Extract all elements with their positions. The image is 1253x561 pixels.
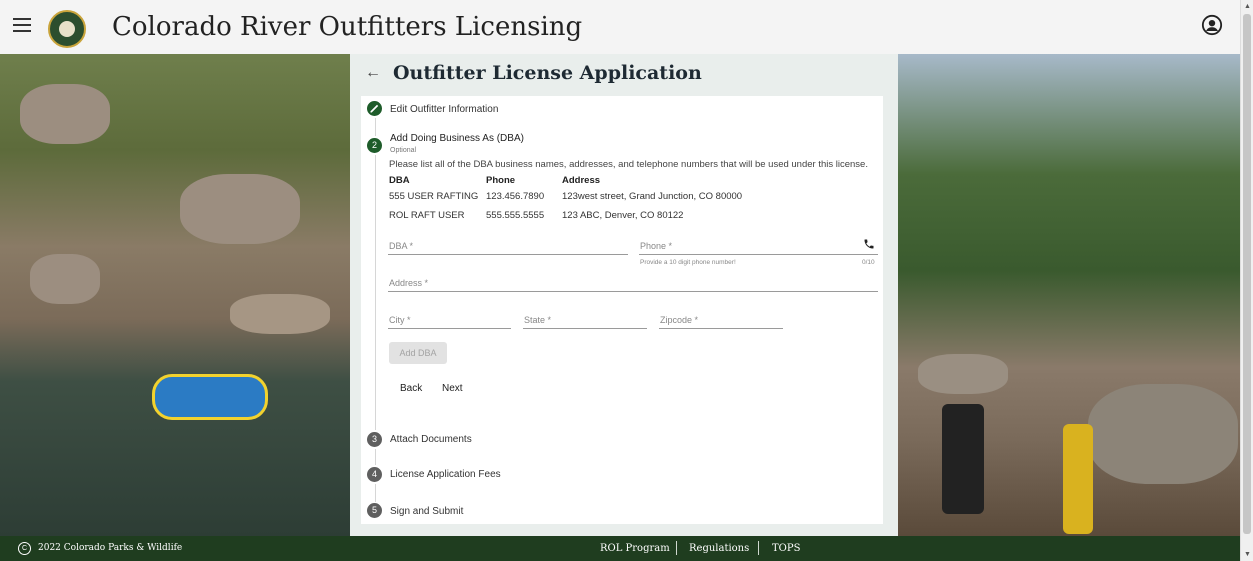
footer-divider bbox=[676, 541, 677, 555]
step-2-label[interactable]: Add Doing Business As (DBA) bbox=[390, 133, 524, 144]
app-header: Colorado River Outfitters Licensing bbox=[0, 0, 1240, 55]
zipcode-input[interactable]: Zipcode * bbox=[659, 312, 783, 329]
back-button[interactable]: Back bbox=[400, 383, 422, 394]
account-icon[interactable] bbox=[1201, 14, 1223, 36]
dba-row-1-phone: 123.456.7890 bbox=[486, 191, 545, 202]
address-col-header: Address bbox=[562, 175, 601, 186]
scroll-down-icon[interactable]: ▼ bbox=[1244, 551, 1251, 558]
footer-link-tops[interactable]: TOPS bbox=[772, 543, 800, 554]
step-connector bbox=[375, 484, 376, 502]
dba-row-2-name: ROL RAFT USER bbox=[389, 210, 465, 221]
step-2-optional: Optional bbox=[390, 147, 417, 154]
dba-instructions: Please list all of the DBA business name… bbox=[389, 159, 868, 170]
step-5-number: 5 bbox=[367, 503, 382, 518]
app-title: Colorado River Outfitters Licensing bbox=[112, 12, 583, 42]
step-5-label[interactable]: Sign and Submit bbox=[390, 506, 463, 517]
scroll-thumb[interactable] bbox=[1243, 14, 1251, 534]
background-photo-rafting bbox=[0, 54, 350, 536]
dba-row-2-phone: 555.555.5555 bbox=[486, 210, 545, 221]
dba-input[interactable]: DBA * bbox=[388, 238, 628, 255]
copyright-text: 2022 Colorado Parks & Wildlife bbox=[38, 543, 183, 553]
step-connector bbox=[375, 118, 376, 136]
step-connector bbox=[375, 449, 376, 465]
step-2-number: 2 bbox=[367, 138, 382, 153]
copyright-icon: C bbox=[18, 542, 31, 555]
phone-counter: 0/10 bbox=[862, 259, 875, 266]
phone-input[interactable]: Phone * bbox=[639, 238, 878, 255]
state-input[interactable]: State * bbox=[523, 312, 647, 329]
step-4-number: 4 bbox=[367, 467, 382, 482]
back-arrow-icon[interactable]: ← bbox=[365, 64, 381, 82]
scroll-up-icon[interactable]: ▲ bbox=[1244, 3, 1251, 10]
footer-link-rol-program[interactable]: ROL Program bbox=[600, 543, 670, 554]
step-connector bbox=[375, 155, 376, 430]
dba-row-1-address: 123west street, Grand Junction, CO 80000 bbox=[562, 191, 743, 202]
footer-link-regulations[interactable]: Regulations bbox=[689, 543, 749, 554]
city-input[interactable]: City * bbox=[388, 312, 511, 329]
footer-divider bbox=[758, 541, 759, 555]
page-title: Outfitter License Application bbox=[393, 62, 702, 84]
step-3-label[interactable]: Attach Documents bbox=[390, 434, 472, 445]
dba-row-2-address: 123 ABC, Denver, CO 80122 bbox=[562, 210, 684, 221]
phone-hint: Provide a 10 digit phone number! bbox=[640, 259, 736, 266]
step-1-label[interactable]: Edit Outfitter Information bbox=[390, 104, 498, 115]
phone-icon bbox=[864, 239, 874, 249]
app-footer: C 2022 Colorado Parks & Wildlife ROL Pro… bbox=[0, 536, 1240, 561]
dba-row-1-name: 555 USER RAFTING bbox=[389, 191, 479, 202]
step-4-label[interactable]: License Application Fees bbox=[390, 469, 501, 480]
cpw-logo bbox=[48, 10, 86, 48]
background-photo-hikers bbox=[898, 54, 1240, 536]
next-button[interactable]: Next bbox=[442, 383, 463, 394]
address-input[interactable]: Address * bbox=[388, 275, 878, 292]
page-scrollbar[interactable]: ▲ ▼ bbox=[1240, 0, 1253, 561]
add-dba-button[interactable]: Add DBA bbox=[389, 342, 447, 364]
step-3-number: 3 bbox=[367, 432, 382, 447]
phone-col-header: Phone bbox=[486, 175, 516, 186]
menu-icon[interactable] bbox=[13, 18, 31, 32]
dba-col-header: DBA bbox=[389, 175, 410, 186]
page-heading: ← Outfitter License Application bbox=[365, 62, 702, 84]
step-1-edit-icon bbox=[367, 101, 382, 116]
